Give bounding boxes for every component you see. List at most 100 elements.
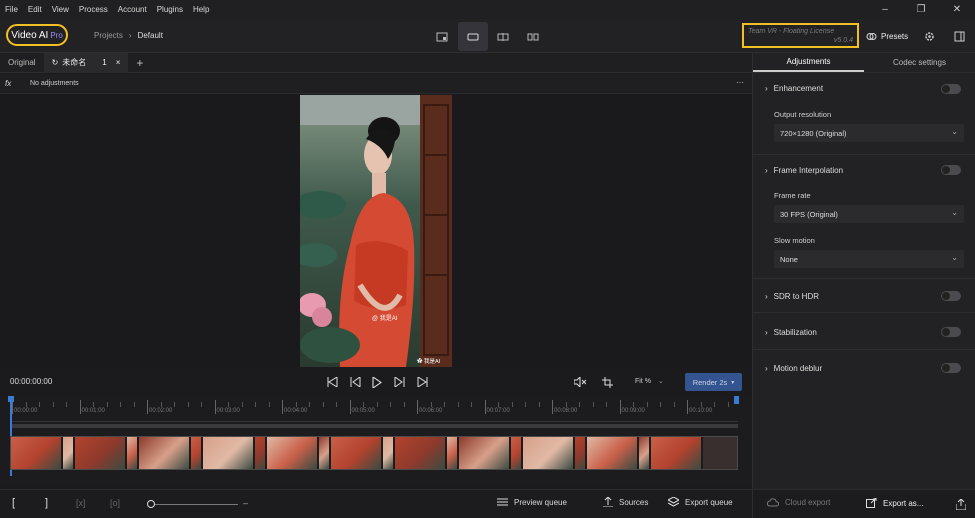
output-resolution-select[interactable]: 720×1280 (Original) ⌄ xyxy=(774,124,964,142)
share-button[interactable] xyxy=(955,497,967,511)
motion-deblur-header[interactable]: › Motion deblur xyxy=(765,364,822,373)
stabilization-header[interactable]: › Stabilization xyxy=(765,328,817,337)
timeline-thumbnail xyxy=(651,437,703,469)
timeline-thumbnail xyxy=(63,437,75,469)
view-split-button[interactable] xyxy=(488,22,518,51)
add-tab-button[interactable]: + xyxy=(128,53,151,73)
set-in-point-button[interactable]: [ xyxy=(12,497,15,509)
out-point-marker[interactable] xyxy=(734,396,739,404)
view-side-by-side-button[interactable] xyxy=(518,22,548,51)
close-button[interactable]: ✕ xyxy=(939,0,975,19)
timeline-thumbnail xyxy=(267,437,319,469)
minimize-button[interactable]: – xyxy=(867,0,903,19)
render-chevron-icon: ▾ xyxy=(731,379,735,386)
pro-badge: Pro xyxy=(50,30,63,40)
tab-adjustments[interactable]: Adjustments xyxy=(753,53,864,72)
menu-file[interactable]: File xyxy=(0,5,23,14)
timeline[interactable]: 00:00:00 00:01:00 00:02:00 00:03:00 00:04:00… xyxy=(0,396,752,486)
previous-frame-button[interactable] xyxy=(348,375,362,389)
breadcrumb-projects[interactable]: Projects xyxy=(94,31,123,40)
app-logo[interactable]: Video AI Pro xyxy=(6,24,68,46)
ruler-minor-tick xyxy=(322,402,324,407)
toggle-panel-button[interactable] xyxy=(951,28,967,44)
frame-interpolation-title: Frame Interpolation xyxy=(773,166,844,175)
timeline-thumbnail xyxy=(587,437,639,469)
tab-current-label: 未命名 xyxy=(62,58,87,67)
skip-to-end-button[interactable] xyxy=(415,375,429,389)
slow-motion-select[interactable]: None ⌄ xyxy=(774,250,964,268)
timeline-ruler[interactable]: 00:00:00 00:01:00 00:02:00 00:03:00 00:04:00… xyxy=(10,396,738,422)
mute-button[interactable] xyxy=(573,375,587,389)
next-frame-button[interactable] xyxy=(392,375,406,389)
motion-deblur-toggle[interactable] xyxy=(941,363,961,373)
zoom-slider-handle[interactable] xyxy=(147,500,155,508)
export-icon xyxy=(866,498,877,508)
window-controls: – ❐ ✕ xyxy=(867,0,975,19)
enhancement-header[interactable]: › Enhancement xyxy=(765,84,823,93)
crop-icon xyxy=(601,376,613,388)
set-out-point-button[interactable]: ] xyxy=(45,497,48,509)
share-icon xyxy=(956,498,966,510)
zoom-slider[interactable] xyxy=(148,504,238,505)
sources-button[interactable]: Sources xyxy=(603,497,648,507)
sdr-to-hdr-header[interactable]: › SDR to HDR xyxy=(765,292,819,301)
menu-process[interactable]: Process xyxy=(74,5,113,14)
skip-start-icon xyxy=(327,377,337,387)
skip-to-start-button[interactable] xyxy=(325,375,339,389)
view-single-button[interactable] xyxy=(427,22,457,51)
tab-original[interactable]: Original xyxy=(0,53,44,73)
version-text: v5.0.4 xyxy=(833,37,853,44)
playhead-handle[interactable] xyxy=(8,396,14,402)
breadcrumb-current[interactable]: Default xyxy=(138,31,163,40)
timeline-thumbnail xyxy=(319,437,331,469)
video-track[interactable] xyxy=(10,436,738,470)
play-button[interactable] xyxy=(370,375,384,389)
ruler-minor-tick xyxy=(727,402,729,407)
close-tab-icon[interactable]: × xyxy=(116,58,121,67)
timeline-range[interactable] xyxy=(10,424,738,428)
bottom-bar: [ ] [x] [o] – Preview queue Sources Expo… xyxy=(0,489,752,518)
export-queue-button[interactable]: Export queue xyxy=(668,497,733,507)
fx-icon[interactable]: fx xyxy=(5,79,11,88)
video-frame[interactable]: @ 我是AI ✿ 我是AI xyxy=(300,95,452,367)
menu-help[interactable]: Help xyxy=(188,5,214,14)
render-button[interactable]: Render 2s ▾ xyxy=(685,373,742,391)
maximize-button[interactable]: ❐ xyxy=(903,0,939,19)
more-icon[interactable]: ··· xyxy=(736,78,744,87)
chevron-down-icon: ⌄ xyxy=(951,253,958,262)
menu-account[interactable]: Account xyxy=(113,5,152,14)
timeline-thumbnail xyxy=(127,437,139,469)
timeline-thumbnail xyxy=(11,437,63,469)
presets-label: Presets xyxy=(881,31,909,41)
tab-codec-settings[interactable]: Codec settings xyxy=(864,53,975,72)
frame-rate-select[interactable]: 30 FPS (Original) ⌄ xyxy=(774,205,964,223)
enhancement-toggle[interactable] xyxy=(941,84,961,94)
frame-interpolation-toggle[interactable] xyxy=(941,165,961,175)
settings-button[interactable] xyxy=(921,28,937,44)
ruler-minor-tick xyxy=(52,402,54,407)
view-fit-button[interactable] xyxy=(458,22,488,51)
divider xyxy=(753,278,975,279)
export-as-button[interactable]: Export as... xyxy=(866,498,923,508)
stabilization-toggle[interactable] xyxy=(941,327,961,337)
ruler-label: 00:07:00 xyxy=(486,408,510,414)
ruler-minor-tick xyxy=(660,402,661,407)
tab-current[interactable]: ↻ 未命名 1 × xyxy=(43,52,129,73)
preview-queue-button[interactable]: Preview queue xyxy=(497,497,567,507)
crop-button[interactable] xyxy=(600,375,614,389)
menu-view[interactable]: View xyxy=(47,5,74,14)
presets-button[interactable]: Presets xyxy=(862,25,912,47)
menu-bar: File Edit View Process Account Plugins H… xyxy=(0,0,975,19)
adjustments-status: No adjustments xyxy=(30,80,79,87)
app-name: Video AI xyxy=(11,29,49,41)
menu-plugins[interactable]: Plugins xyxy=(152,5,188,14)
zoom-select[interactable]: Fit % xyxy=(635,378,651,385)
sdr-to-hdr-toggle[interactable] xyxy=(941,291,961,301)
frame-interpolation-header[interactable]: › Frame Interpolation xyxy=(765,166,843,175)
video-image xyxy=(300,95,452,367)
ruler-minor-tick xyxy=(25,402,27,407)
zoom-out-button[interactable]: – xyxy=(243,498,248,508)
ruler-label: 00:01:00 xyxy=(81,408,105,414)
cloud-export-button[interactable]: Cloud export xyxy=(767,498,830,507)
menu-edit[interactable]: Edit xyxy=(23,5,47,14)
